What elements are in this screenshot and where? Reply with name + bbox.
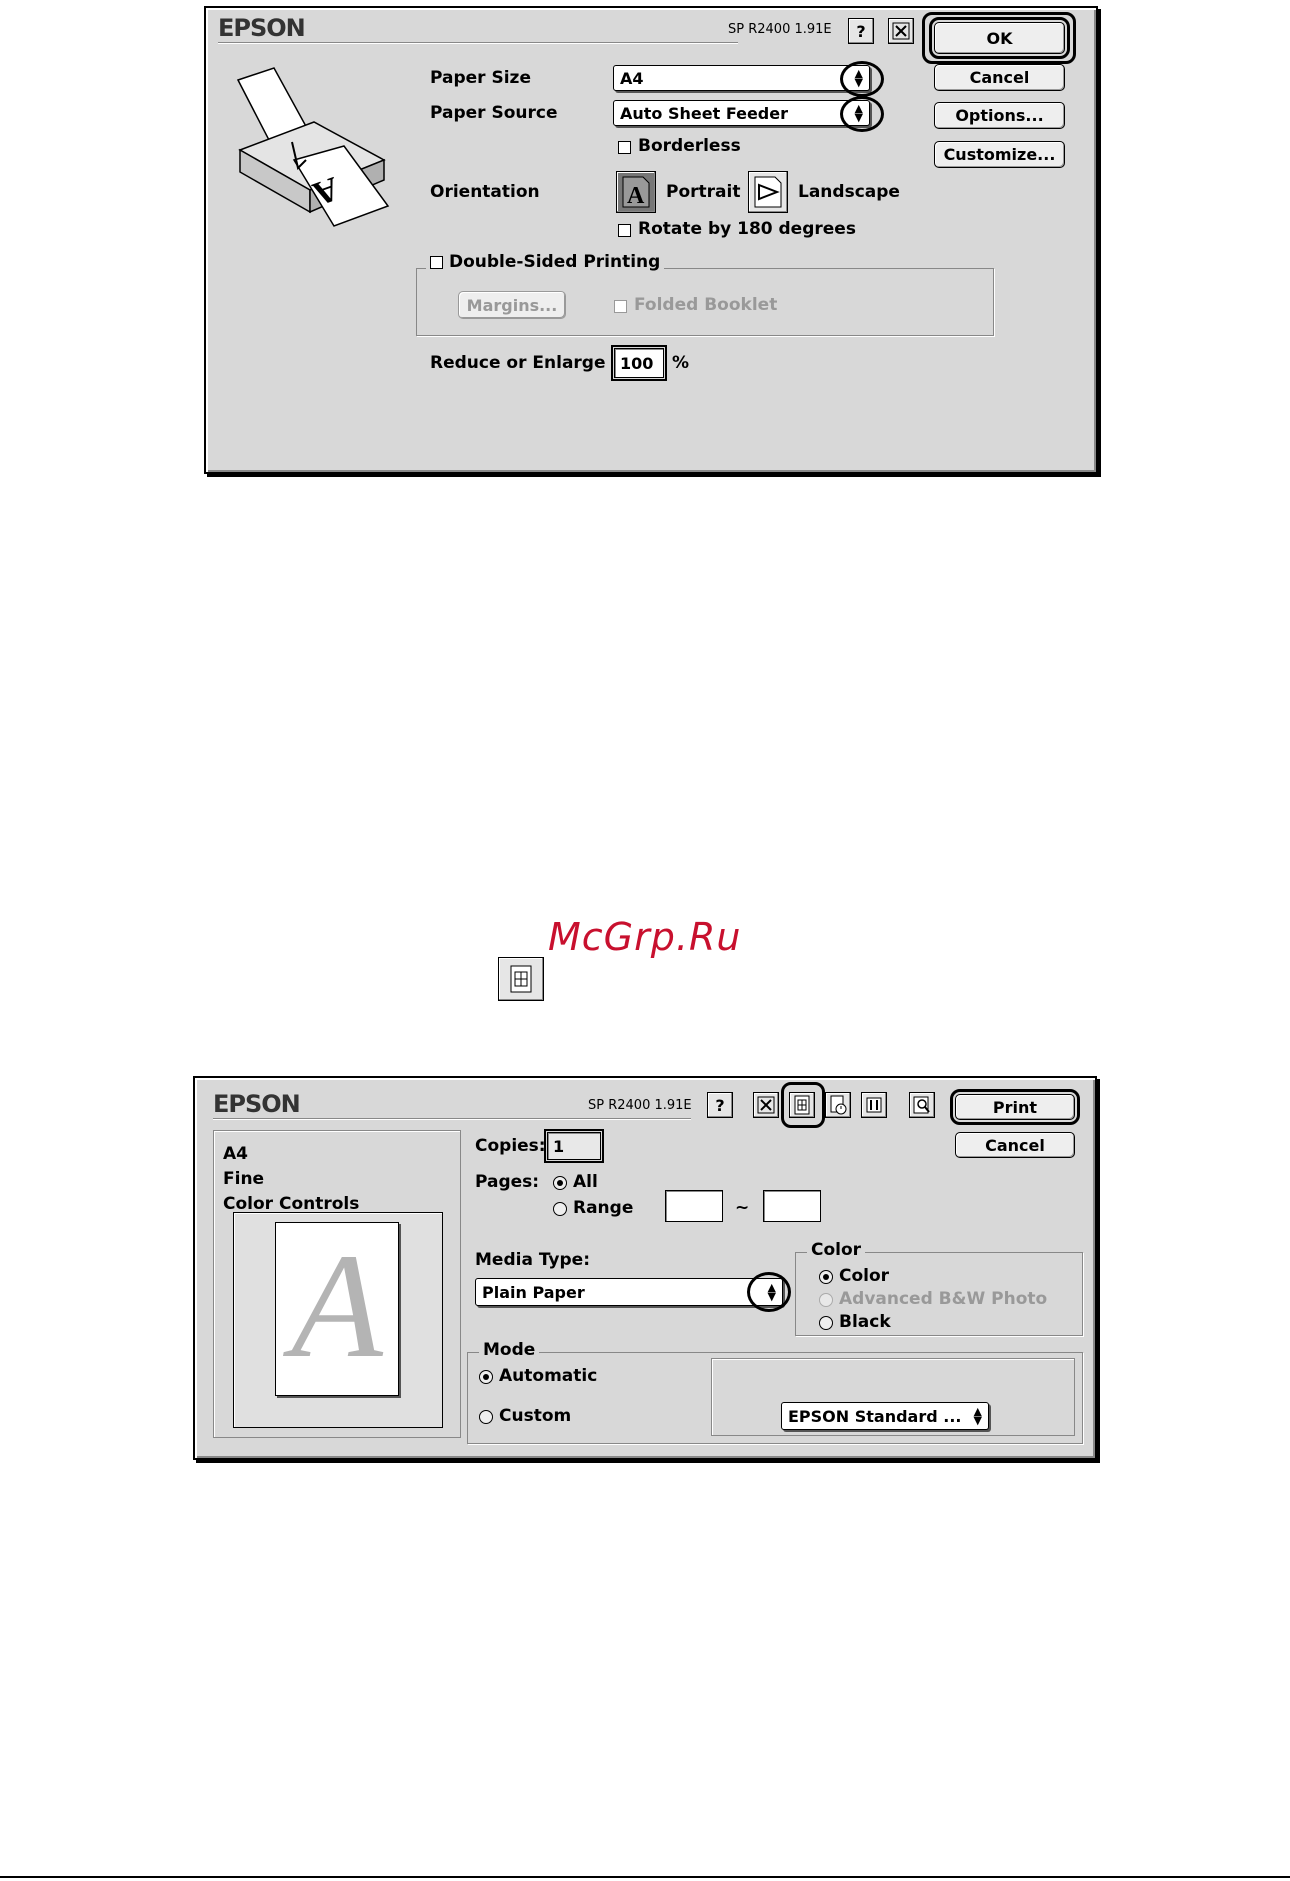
automatic-radio[interactable]	[479, 1370, 493, 1384]
print-button[interactable]: Print	[950, 1089, 1080, 1125]
pages-label: Pages:	[475, 1172, 540, 1192]
range-to-input[interactable]	[763, 1190, 821, 1222]
version-text: SP R2400 1.91E	[728, 22, 832, 37]
landscape-label: Landscape	[798, 182, 900, 202]
landscape-button[interactable]	[748, 171, 788, 213]
title-rule	[213, 1118, 691, 1120]
summary-quality: Fine	[223, 1169, 265, 1189]
paper-size-select[interactable]: A4 ▲ ▼	[613, 65, 870, 91]
updown-arrow-icon: ▲ ▼	[973, 1405, 982, 1427]
folded-booklet-label: Folded Booklet	[634, 295, 778, 315]
borderless-checkbox[interactable]	[618, 141, 631, 154]
rotate-label: Rotate by 180 degrees	[638, 219, 856, 239]
utility-icon	[757, 1096, 775, 1114]
title-rule	[218, 42, 738, 44]
callout-rectangle	[781, 1082, 825, 1128]
double-sided-checkbox[interactable]	[430, 255, 443, 269]
range-from-input[interactable]	[665, 1190, 723, 1222]
reduce-enlarge-label: Reduce or Enlarge	[430, 353, 606, 373]
double-sided-title: Double-Sided Printing	[426, 252, 665, 272]
brand-logo: EPSON	[218, 14, 306, 42]
pages-range-radio[interactable]	[553, 1202, 567, 1216]
reduce-enlarge-input[interactable]: 100	[611, 345, 667, 381]
callout-circle	[840, 61, 884, 97]
page-setup-dialog: EPSON SP R2400 1.91E ? A Paper Size A4 ▲…	[204, 6, 1098, 474]
double-sided-label: Double-Sided Printing	[449, 252, 661, 272]
print-dialog: EPSON SP R2400 1.91E ? Print Cancel A4 F…	[193, 1076, 1097, 1460]
color-group-title: Color	[807, 1240, 866, 1260]
advanced-bw-label: Advanced B&W Photo	[839, 1289, 1048, 1309]
folded-booklet-checkbox[interactable]	[614, 300, 627, 313]
help-button[interactable]: ?	[848, 18, 874, 44]
portrait-button[interactable]: A	[616, 171, 656, 213]
black-label: Black	[839, 1312, 891, 1332]
paper-source-value: Auto Sheet Feeder	[620, 103, 788, 123]
customize-button[interactable]: Customize...	[934, 141, 1065, 168]
rotate-checkbox[interactable]	[618, 224, 631, 237]
borderless-label: Borderless	[638, 136, 741, 156]
callout-rectangle	[922, 12, 1076, 64]
copies-label: Copies:	[475, 1136, 546, 1156]
summary-paper-size: A4	[223, 1144, 248, 1164]
orientation-label: Orientation	[430, 182, 540, 202]
pages-all-label: All	[573, 1172, 598, 1192]
question-icon: ?	[856, 21, 866, 41]
paper-source-select[interactable]: Auto Sheet Feeder ▲ ▼	[613, 100, 870, 126]
color-label: Color	[839, 1266, 890, 1286]
custom-radio[interactable]	[479, 1410, 493, 1424]
advanced-bw-radio[interactable]	[819, 1293, 833, 1307]
custom-label: Custom	[499, 1406, 572, 1426]
utility-button[interactable]	[888, 18, 914, 44]
range-separator: ~	[735, 1198, 750, 1218]
layout-tab-icon-reference	[498, 957, 544, 1001]
svg-text:A: A	[627, 183, 645, 209]
portrait-icon: A	[622, 176, 650, 209]
printer-illustration: A	[236, 67, 390, 227]
paper-source-label: Paper Source	[430, 103, 558, 123]
magnifier-icon	[913, 1096, 930, 1114]
ink-cartridge-icon	[866, 1097, 882, 1113]
pages-range-label: Range	[573, 1198, 634, 1218]
media-type-value: Plain Paper	[482, 1282, 585, 1302]
landscape-icon	[754, 176, 782, 208]
cancel-button[interactable]: Cancel	[934, 64, 1065, 91]
clock-page-icon	[830, 1095, 847, 1115]
utility-button[interactable]	[753, 1092, 779, 1118]
pages-all-radio[interactable]	[553, 1176, 567, 1190]
background-print-button[interactable]	[825, 1092, 851, 1118]
layout-icon	[510, 965, 532, 993]
callout-circle	[747, 1272, 791, 1312]
mode-select-value: EPSON Standard ...	[788, 1406, 962, 1426]
mode-select[interactable]: EPSON Standard ... ▲ ▼	[781, 1402, 989, 1430]
automatic-label: Automatic	[499, 1366, 598, 1386]
percent-label: %	[672, 353, 690, 373]
brand-logo: EPSON	[213, 1090, 301, 1118]
watermark-text: McGrp.Ru	[548, 915, 742, 959]
preview-button[interactable]	[909, 1092, 935, 1118]
summary-color-mode: Color Controls	[223, 1194, 360, 1214]
help-button[interactable]: ?	[707, 1092, 733, 1118]
media-type-select[interactable]: Plain Paper ▲ ▼	[475, 1278, 783, 1306]
callout-circle	[840, 96, 884, 132]
mode-group-title: Mode	[479, 1340, 540, 1360]
copies-input[interactable]: 1	[544, 1129, 604, 1163]
page-bottom-rule	[0, 1876, 1290, 1878]
question-icon: ?	[715, 1095, 725, 1115]
margins-button[interactable]: Margins...	[458, 291, 566, 319]
cancel-button[interactable]: Cancel	[955, 1132, 1075, 1158]
black-radio[interactable]	[819, 1316, 833, 1330]
version-text: SP R2400 1.91E	[588, 1098, 692, 1113]
options-button[interactable]: Options...	[934, 102, 1065, 129]
utility-icon	[892, 22, 910, 40]
portrait-label: Portrait	[666, 182, 741, 202]
ink-button[interactable]	[861, 1092, 887, 1118]
color-radio[interactable]	[819, 1270, 833, 1284]
paper-size-label: Paper Size	[430, 68, 531, 88]
preview-letter: A	[291, 1223, 383, 1389]
paper-size-value: A4	[620, 68, 644, 88]
media-type-label: Media Type:	[475, 1250, 590, 1270]
